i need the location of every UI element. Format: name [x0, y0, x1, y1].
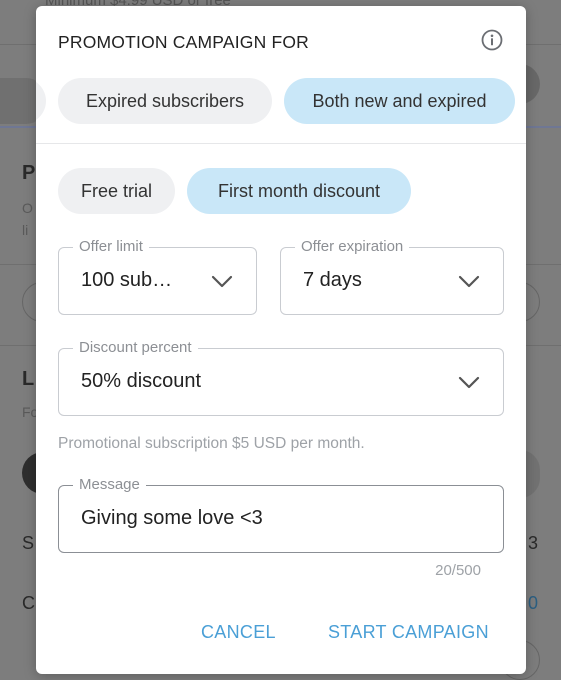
type-pill-free-trial[interactable]: Free trial: [58, 168, 175, 214]
message-field[interactable]: Message Giving some love <3: [58, 476, 504, 553]
offer-limit-select[interactable]: Offer limit 100 sub…: [58, 238, 257, 315]
offer-expiration-select[interactable]: Offer expiration 7 days: [280, 238, 504, 315]
discount-percent-label: Discount percent: [73, 339, 198, 356]
start-campaign-button[interactable]: START CAMPAIGN: [328, 622, 489, 643]
bg-text-o: O: [22, 200, 33, 216]
bg-number-0: 0: [528, 593, 539, 613]
cancel-button[interactable]: CANCEL: [201, 622, 276, 643]
offer-expiration-value: 7 days: [303, 269, 362, 291]
discount-percent-select[interactable]: Discount percent 50% discount: [58, 339, 504, 416]
offer-expiration-label: Offer expiration: [295, 238, 410, 255]
audience-pill-partial[interactable]: [36, 78, 46, 124]
bg-text-li: li: [22, 222, 29, 238]
audience-pill-both[interactable]: Both new and expired: [284, 78, 515, 124]
bg-heading-l: L: [22, 368, 35, 390]
bg-heading-p: P: [22, 162, 36, 184]
offer-limit-label: Offer limit: [73, 238, 149, 255]
helper-text: Promotional subscription $5 USD per mont…: [58, 435, 365, 452]
message-label: Message: [73, 476, 146, 493]
character-counter: 20/500: [435, 562, 481, 579]
audience-pill-expired[interactable]: Expired subscribers: [58, 78, 272, 124]
bg-text-s: S: [22, 533, 35, 553]
section-divider: [36, 143, 526, 144]
bg-text-c: C: [22, 593, 35, 613]
message-value: Giving some love <3: [81, 507, 263, 529]
discount-percent-value: 50% discount: [81, 370, 202, 392]
dialog-title: PROMOTION CAMPAIGN FOR: [58, 32, 310, 52]
chevron-down-icon: [458, 376, 480, 389]
bg-number-3: 3: [528, 533, 539, 553]
type-pill-first-month-discount[interactable]: First month discount: [187, 168, 411, 214]
info-icon[interactable]: [481, 29, 503, 51]
chevron-down-icon: [458, 275, 480, 288]
offer-limit-value: 100 sub…: [81, 269, 173, 291]
promotion-campaign-dialog: PROMOTION CAMPAIGN FOR Expired subscribe…: [36, 6, 526, 674]
chevron-down-icon: [211, 275, 233, 288]
